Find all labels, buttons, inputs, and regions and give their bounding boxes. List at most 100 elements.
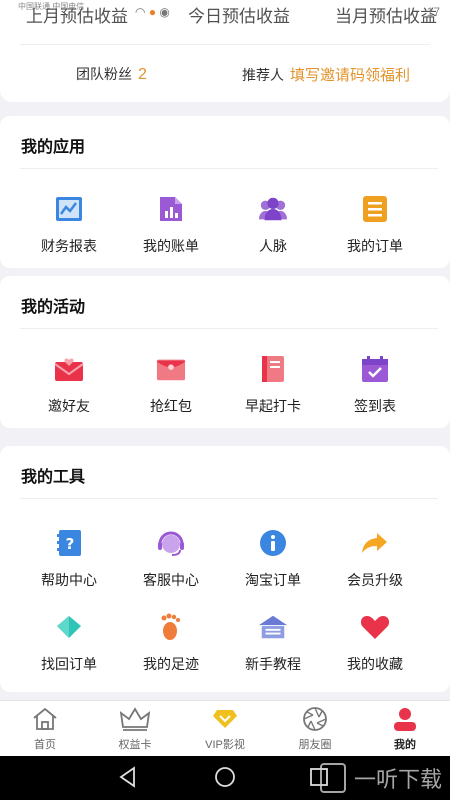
share-arrow-icon [360,528,390,558]
tool-beginner-tutorial[interactable]: 新手教程 [222,612,324,674]
divider [20,168,438,169]
red-packet-icon [156,354,186,384]
activity-invite-friend[interactable]: 邀好友 [18,354,120,416]
tool-label: 我的收藏 [347,656,403,672]
divider [20,328,438,329]
message-icon: ◉ [159,5,170,19]
clock: 17 [426,5,440,19]
tab-label: 我的 [394,739,416,751]
tools-grid-row-1: ? 帮助中心 客服中心 淘宝订单 会员升级 [0,528,450,590]
tab-mine[interactable]: 我的 [360,701,450,756]
tab-label: 权益卡 [118,739,152,751]
tool-label: 新手教程 [245,656,301,672]
divider [20,498,438,499]
activities-title: 我的活动 [21,299,86,316]
app-label: 我的账单 [143,238,199,254]
team-card: 团队粉丝 2 推荐人 填写邀请码领福利 [0,26,450,102]
activity-red-packet[interactable]: 抢红包 [120,354,222,416]
footprint-icon [156,612,186,642]
watermark-text: 一听下载 [353,767,442,792]
diamond-icon [54,612,84,642]
team-fans-label: 团队粉丝 [76,66,132,82]
tool-label: 帮助中心 [41,572,97,588]
app-label: 我的订单 [347,238,403,254]
tools-section: 我的工具 ? 帮助中心 客服中心 淘宝订单 会员升级 找回订单 我的足迹 新手教… [0,446,450,692]
bottom-tab-bar: 首页 权益卡 VIP影视 朋友圈 我的 [0,700,450,756]
tool-recover-order[interactable]: 找回订单 [18,612,120,674]
tutorial-icon [258,612,288,642]
watermark: 一听下载 [319,762,442,794]
tool-label: 客服中心 [143,572,199,588]
activity-sign-in[interactable]: 签到表 [324,354,426,416]
tab-label: VIP影视 [205,739,245,751]
referrer-label: 推荐人 [242,67,284,83]
app-label: 财务报表 [41,238,97,254]
tool-label: 淘宝订单 [245,572,301,588]
overlay-text-this-month: 当月预估收益 [335,7,437,26]
overlay-text-today: 今日预估收益 [188,7,290,26]
wifi-icon: ◠ [135,5,146,19]
svg-text:?: ? [66,535,75,553]
order-icon [360,194,390,224]
tab-moments[interactable]: 朋友圈 [270,701,360,756]
info-icon [258,528,288,558]
app-my-bill[interactable]: 我的账单 [120,194,222,256]
home-icon [0,707,90,731]
tools-grid-row-2: 找回订单 我的足迹 新手教程 我的收藏 [0,612,450,674]
tab-label: 朋友圈 [298,739,332,751]
status-icons: ◠ ● ◉ [135,5,170,19]
help-icon: ? [54,528,84,558]
app-finance-report[interactable]: 财务报表 [18,194,120,256]
divider [20,44,430,45]
app-label: 人脉 [259,238,287,254]
aperture-icon [270,707,360,731]
notification-icon: ● [148,5,157,19]
activity-label: 抢红包 [150,398,192,414]
vip-diamond-icon [180,707,270,731]
contacts-icon [258,194,288,224]
finance-report-icon [54,194,84,224]
activities-grid: 邀好友 抢红包 早起打卡 签到表 [0,354,450,416]
apps-title: 我的应用 [21,139,86,156]
sign-in-calendar-icon [360,354,390,384]
home-button[interactable] [214,766,236,793]
tool-my-favorites[interactable]: 我的收藏 [324,612,426,674]
tool-label: 会员升级 [347,572,403,588]
app-my-orders[interactable]: 我的订单 [324,194,426,256]
tab-home[interactable]: 首页 [0,701,90,756]
back-triangle-icon [119,766,135,788]
tool-customer-service[interactable]: 客服中心 [120,528,222,590]
invite-friend-icon [54,354,84,384]
watermark-logo-icon [319,763,346,793]
team-fans[interactable]: 团队粉丝 2 [76,64,147,84]
activity-early-checkin[interactable]: 早起打卡 [222,354,324,416]
tool-my-footprints[interactable]: 我的足迹 [120,612,222,674]
bill-icon [156,194,186,224]
home-circle-icon [215,767,235,787]
back-button[interactable] [117,766,139,793]
tab-label: 首页 [34,739,56,751]
tool-label: 找回订单 [41,656,97,672]
apps-section: 我的应用 财务报表 我的账单 人脉 我的订单 [0,116,450,268]
tool-help-center[interactable]: ? 帮助中心 [18,528,120,590]
activities-section: 我的活动 邀好友 抢红包 早起打卡 签到表 [0,276,450,428]
activity-label: 邀好友 [48,398,90,414]
early-checkin-icon [258,354,288,384]
status-bar: 中国联通 中国电信 上月预估收益 ◠ ● ◉ 今日预估收益 当月预估收益 17 [0,0,450,26]
tab-vip-video[interactable]: VIP影视 [180,701,270,756]
profile-icon [360,707,450,731]
customer-service-icon [156,528,186,558]
tool-label: 我的足迹 [143,656,199,672]
activity-label: 签到表 [354,398,396,414]
referrer: 推荐人 填写邀请码领福利 [242,64,410,85]
activity-label: 早起打卡 [245,398,301,414]
tools-title: 我的工具 [21,469,86,486]
tool-taobao-orders[interactable]: 淘宝订单 [222,528,324,590]
app-contacts[interactable]: 人脉 [222,194,324,256]
tab-benefit-card[interactable]: 权益卡 [90,701,180,756]
tool-member-upgrade[interactable]: 会员升级 [324,528,426,590]
invite-code-link[interactable]: 填写邀请码领福利 [290,67,410,84]
heart-icon [360,612,390,642]
crown-icon [90,707,180,731]
team-fans-count: 2 [138,66,147,83]
